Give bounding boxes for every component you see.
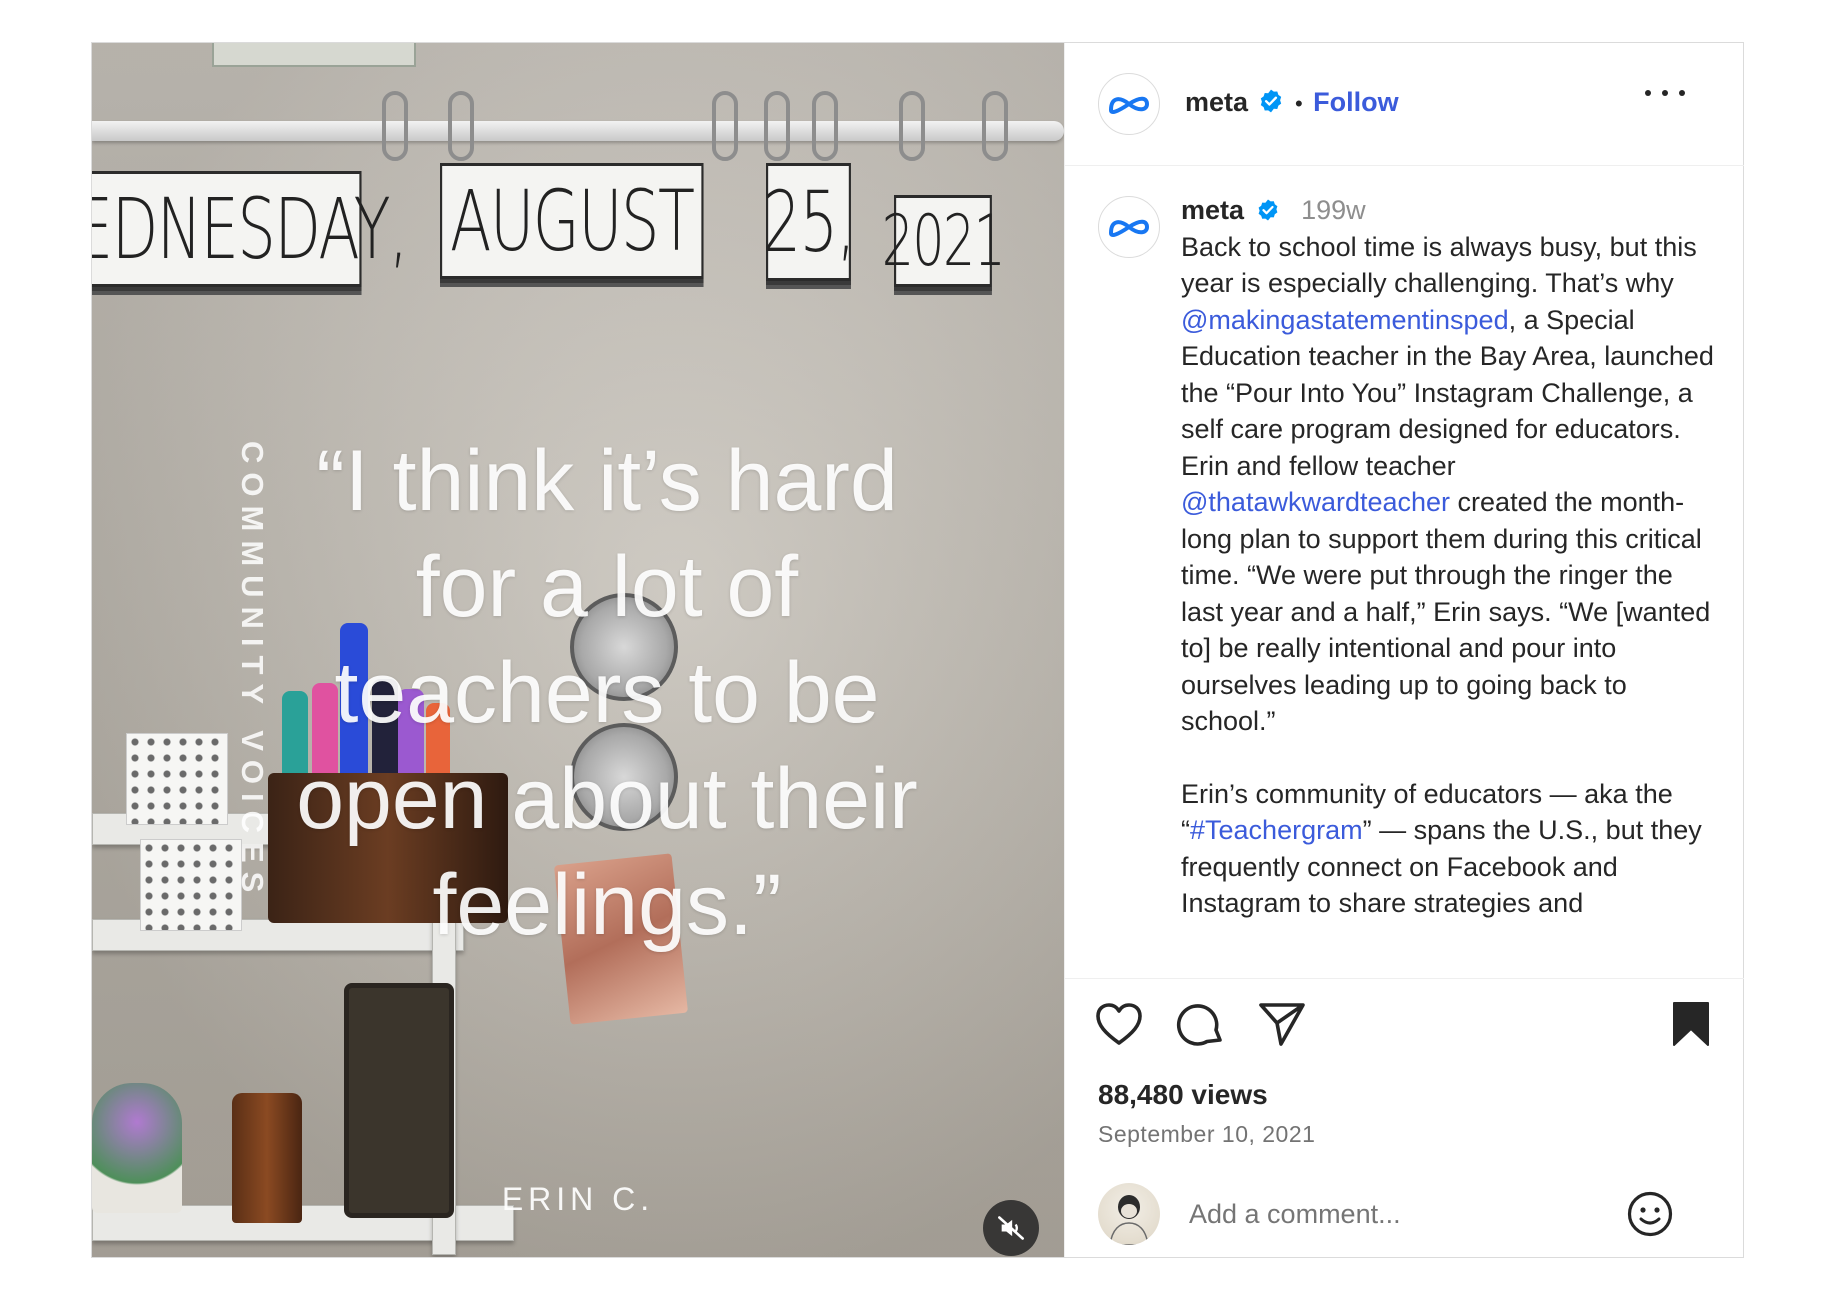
rod-ring [812,91,838,161]
like-button[interactable] [1094,999,1144,1049]
sticker-sheet [126,733,228,825]
caption-text: meta 199w Back to school time is always … [1181,192,1721,922]
header-separator: • [1294,91,1303,116]
hashtag-link[interactable]: #Teachergram [1190,815,1363,845]
caption-paragraph: Erin’s community of educators — aka the … [1181,776,1721,922]
post-actions: 88,480 views September 10, 2021 [1065,978,1744,1258]
comment-button[interactable] [1175,999,1225,1049]
caption-timestamp[interactable]: 199w [1301,195,1366,225]
caption-avatar[interactable] [1098,196,1160,258]
more-options-button[interactable] [1645,81,1685,105]
mention-link[interactable]: @thatawkwardteacher [1181,487,1450,517]
meta-logo-icon [1109,96,1149,114]
rod-ring [712,91,738,161]
heart-icon [1096,1003,1142,1045]
meta-logo-icon [1109,219,1149,237]
mute-button[interactable] [983,1200,1039,1256]
share-button[interactable] [1257,999,1307,1049]
sticker-sheet [140,839,242,931]
caption-username[interactable]: meta [1181,195,1244,225]
view-count[interactable]: 88,480 views [1098,1079,1268,1111]
header-identity: meta • Follow [1185,87,1399,118]
rod-ring [448,91,474,161]
follow-button[interactable]: Follow [1313,87,1398,117]
comment-input[interactable] [1189,1199,1609,1230]
comment-bar [1065,1183,1744,1258]
quote-author: ERIN C. [501,1181,655,1217]
calendar-month-card: AUGUST [440,163,704,279]
user-avatar-image-icon [1109,1195,1149,1245]
wall-frame [212,43,416,67]
speaker-muted-icon [998,1216,1024,1240]
comment-icon [1176,1004,1222,1046]
user-avatar[interactable] [1098,1183,1160,1245]
calendar-day-card: WEDNESDAY, [92,171,408,287]
more-options-icon [1662,90,1668,96]
calendar-year-card: 2021 [882,195,1006,287]
more-options-icon [1645,90,1651,96]
post-date[interactable]: September 10, 2021 [1098,1121,1315,1148]
header-username[interactable]: meta [1185,87,1248,117]
share-icon [1259,1003,1305,1046]
video-quote: “I think it’s hard for a lot of teachers… [296,433,918,953]
rod-ring [764,91,790,161]
verified-badge-icon [1258,199,1277,221]
post-side-panel: meta • Follow meta 199w Back to school t… [1064,43,1744,1257]
bookmark-icon [1673,1002,1709,1046]
mention-link[interactable]: @makingastatementinsped [1181,305,1509,335]
smiley-icon [1627,1191,1673,1237]
save-button[interactable] [1666,999,1716,1049]
rod-ring [382,91,408,161]
emoji-button[interactable] [1625,1189,1675,1239]
more-options-icon [1679,90,1685,96]
verified-badge-icon [1261,89,1282,113]
caption-text-segment: Back to school time is always busy, but … [1181,231,1697,299]
caption-text-segment: created the month-long plan to support t… [1181,487,1711,736]
calendar-date-card: 25, [763,163,856,281]
caption-scroll-area[interactable]: meta 199w Back to school time is always … [1065,166,1744,978]
post-video[interactable]: WEDNESDAY, AUGUST 25, 2021 COMMUNITY VOI… [92,43,1064,1257]
caption-paragraph: Back to school time is always busy, but … [1181,229,1721,740]
profile-avatar[interactable] [1098,73,1160,135]
post-header: meta • Follow [1065,43,1744,166]
rod-ring [899,91,925,161]
rod-ring [982,91,1008,161]
post-container: WEDNESDAY, AUGUST 25, 2021 COMMUNITY VOI… [91,42,1744,1258]
